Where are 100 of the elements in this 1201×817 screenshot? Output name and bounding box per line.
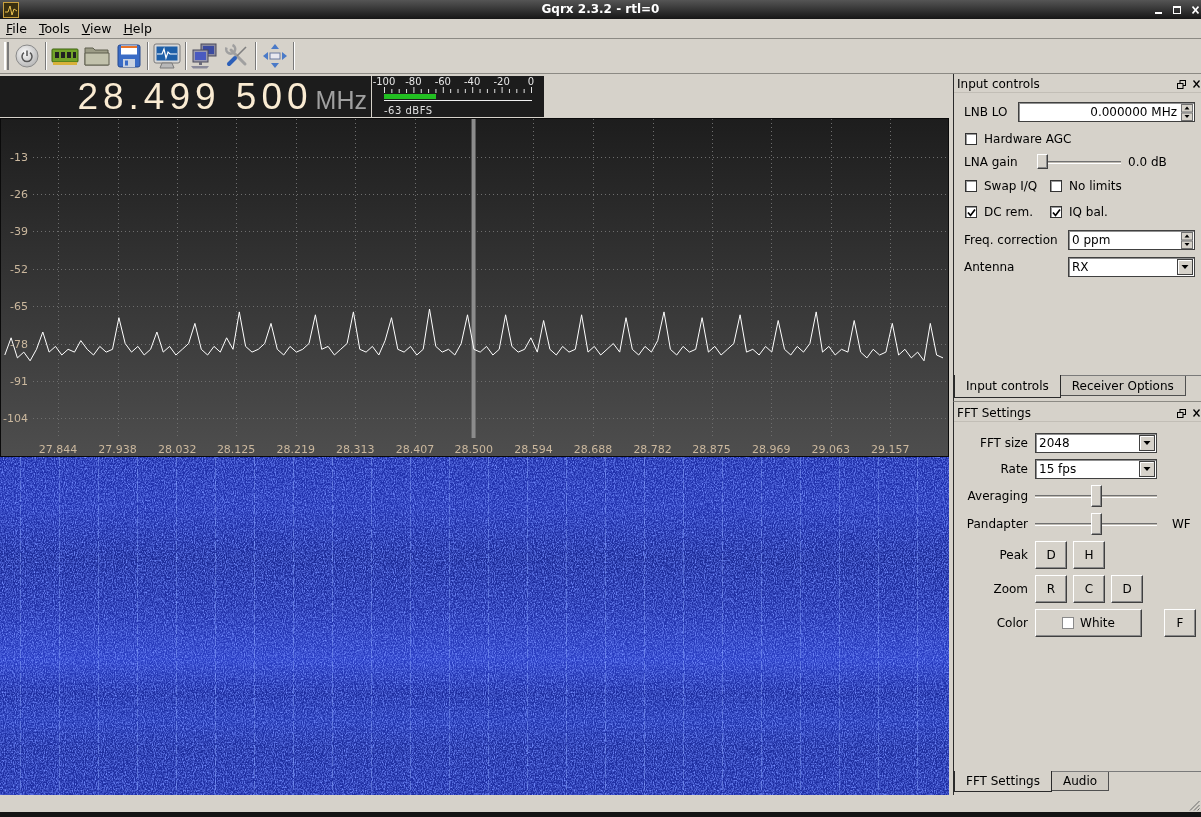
field-label: FFT size — [979, 436, 1028, 450]
slider-reading: 0.0 dB — [1128, 155, 1167, 169]
networked-computers-icon[interactable] — [191, 43, 219, 69]
menu-item[interactable]: Help — [117, 20, 158, 37]
tab[interactable]: Input controls — [954, 375, 1061, 398]
dropdown[interactable]: 15 fps — [1035, 459, 1157, 479]
x-axis-label: 29.063 — [811, 443, 850, 456]
memory-card-icon[interactable] — [51, 46, 79, 66]
meter-scale-label: -40 — [464, 76, 481, 87]
checkbox[interactable] — [1050, 180, 1062, 192]
dropdown-arrow-icon[interactable] — [1139, 461, 1155, 477]
maximize-icon[interactable] — [1173, 5, 1181, 14]
float-icon[interactable] — [1177, 408, 1186, 418]
dropdown[interactable]: RX — [1068, 257, 1195, 277]
checkbox-label: Swap I/Q — [984, 179, 1038, 193]
x-axis-label: 27.938 — [98, 443, 137, 456]
close-icon[interactable] — [1193, 409, 1200, 417]
peak-button[interactable]: D — [1035, 541, 1067, 569]
window-title: Gqrx 2.3.2 - rtl=0 — [541, 2, 660, 17]
meter-scale-label: -80 — [405, 76, 422, 87]
x-axis-label: 28.875 — [692, 443, 731, 456]
x-axis-label: 28.594 — [514, 443, 553, 456]
slider-label: Averaging — [966, 489, 1028, 503]
checkmark-icon — [1051, 207, 1061, 217]
color-picker-button[interactable]: White — [1035, 609, 1142, 637]
checkbox[interactable] — [1050, 206, 1062, 218]
power-icon[interactable] — [15, 44, 39, 68]
field-label: Rate — [999, 462, 1028, 476]
dropdown-arrow-icon[interactable] — [1139, 435, 1155, 451]
field-label: Antenna — [964, 260, 1016, 274]
x-axis-label: 28.782 — [633, 443, 672, 456]
plot-option-button[interactable]: F — [1164, 609, 1196, 637]
dock-title: Input controls — [957, 76, 1040, 92]
y-axis-label: -65 — [10, 300, 28, 314]
close-icon[interactable] — [1193, 80, 1200, 88]
x-axis-label: 28.313 — [336, 443, 375, 456]
wrench-screwdriver-icon[interactable] — [224, 43, 250, 69]
float-icon[interactable] — [1177, 79, 1186, 89]
folder-icon[interactable] — [84, 45, 110, 67]
x-axis-label: 28.125 — [216, 443, 256, 456]
meter-scale-label: 0 — [527, 76, 535, 87]
zoom-button[interactable]: R — [1035, 575, 1067, 603]
y-axis-label: -104 — [3, 412, 28, 426]
checkbox-label: DC rem. — [984, 205, 1033, 219]
slider-handle[interactable] — [1090, 513, 1102, 535]
y-axis-label: -52 — [10, 262, 28, 276]
slider-track[interactable] — [1037, 153, 1121, 171]
checkbox-label: Hardware AGC — [984, 132, 1072, 146]
checkmark-icon — [966, 207, 976, 217]
x-axis-label: 28.688 — [573, 443, 613, 456]
checkbox[interactable] — [965, 206, 977, 218]
button-group-label: Color — [995, 616, 1028, 630]
tab[interactable]: Receiver Options — [1059, 376, 1186, 396]
meter-scale-label: -20 — [493, 76, 510, 87]
x-axis-label: 27.844 — [38, 443, 78, 456]
checkbox-label: No limits — [1069, 179, 1122, 193]
dock-title: FFT Settings — [957, 405, 1031, 421]
menu-item[interactable]: View — [75, 20, 118, 37]
dropdown[interactable]: 2048 — [1035, 433, 1157, 453]
spin-arrows-icon[interactable] — [1181, 103, 1193, 121]
slider-label: LNA gain — [964, 155, 1019, 169]
spin-arrows-icon[interactable] — [1181, 231, 1193, 249]
spin-box[interactable]: 0 ppm — [1068, 230, 1195, 250]
x-axis-label: 28.407 — [395, 443, 435, 456]
slider-handle[interactable] — [1090, 485, 1102, 507]
spin-box[interactable]: 0.000000 MHz — [1018, 102, 1195, 122]
slider-label: Pandapter — [965, 517, 1028, 531]
size-grip-icon[interactable] — [1189, 800, 1200, 811]
move-arrows-icon[interactable] — [262, 43, 288, 69]
x-axis-label: 28.500 — [454, 443, 494, 456]
x-axis-label: 28.969 — [751, 443, 791, 456]
x-axis-label: 28.219 — [276, 443, 315, 456]
menu-item[interactable]: Tools — [32, 20, 76, 37]
dropdown-arrow-icon[interactable] — [1177, 259, 1193, 275]
checkbox-label: IQ bal. — [1069, 205, 1108, 219]
tab[interactable]: Audio — [1050, 772, 1110, 791]
meter-scale-label: -100 — [372, 76, 396, 87]
zoom-button[interactable]: C — [1073, 575, 1105, 603]
tab[interactable]: FFT Settings — [954, 771, 1052, 792]
meter-scale-label: -60 — [434, 76, 451, 87]
menu-item[interactable]: File — [0, 20, 33, 37]
zoom-button[interactable]: D — [1111, 575, 1143, 603]
slider-track[interactable] — [1035, 513, 1157, 535]
peak-button[interactable]: H — [1073, 541, 1105, 569]
y-axis-label: -39 — [10, 225, 28, 239]
button-group-label: Zoom — [992, 582, 1028, 596]
checkbox[interactable] — [965, 180, 977, 192]
frequency-value[interactable]: 28.499 500 — [77, 76, 313, 117]
center-frequency-marker[interactable] — [471, 119, 476, 438]
field-label: LNB LO — [964, 105, 1009, 119]
y-axis-label: -13 — [10, 150, 28, 164]
toolbar-grip[interactable] — [4, 42, 9, 70]
x-axis-label: 28.032 — [157, 443, 197, 456]
frequency-unit: MHz — [315, 85, 367, 116]
monitor-waveform-icon[interactable] — [153, 43, 181, 69]
slider-end-label: WF — [1172, 517, 1191, 531]
y-axis-label: -26 — [10, 188, 28, 202]
slider-handle[interactable] — [1037, 154, 1048, 169]
checkbox[interactable] — [965, 133, 977, 145]
slider-track[interactable] — [1035, 485, 1157, 507]
